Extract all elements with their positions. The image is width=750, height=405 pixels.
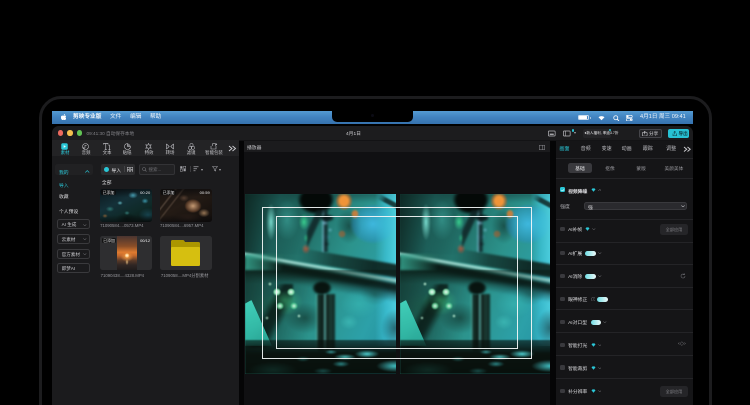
svg-text:i: i xyxy=(592,297,593,301)
